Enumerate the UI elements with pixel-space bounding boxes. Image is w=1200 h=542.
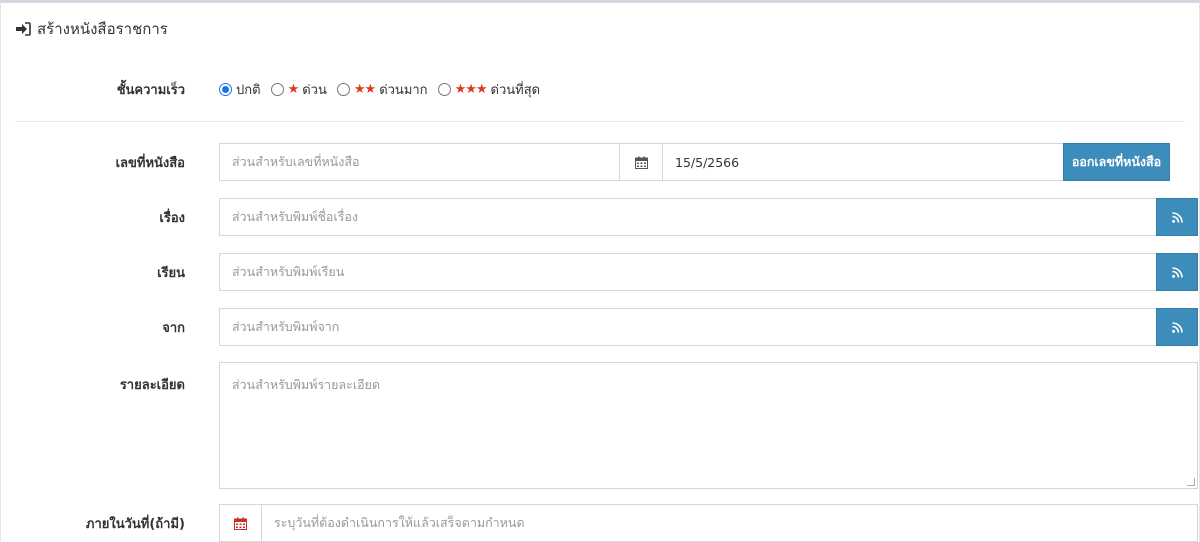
due-date-input[interactable]: ระบุวันที่ต้องดำเนินการให้แล้วเสร็จตามกำ… bbox=[261, 504, 1198, 542]
resize-handle[interactable] bbox=[1187, 478, 1195, 486]
urgency-option-normal[interactable]: ปกติ bbox=[219, 79, 261, 100]
rss-icon bbox=[1171, 211, 1183, 223]
calendar-icon[interactable] bbox=[219, 504, 262, 542]
urgency-option-very-urgent[interactable]: ★★ ด่วนมาก bbox=[336, 79, 428, 100]
details-placeholder: ส่วนสำหรับพิมพ์รายละเอียด bbox=[232, 377, 381, 392]
subject-input[interactable]: ส่วนสำหรับพิมพ์ชื่อเรื่อง bbox=[219, 198, 1157, 236]
urgency-option-label: ปกติ bbox=[236, 82, 261, 98]
subject-label: เรื่อง bbox=[159, 210, 185, 226]
rss-button-to[interactable] bbox=[1156, 253, 1198, 291]
urgency-option-label: ด่วนที่สุด bbox=[490, 82, 541, 98]
rss-icon bbox=[1171, 321, 1183, 333]
radio-very-urgent[interactable] bbox=[336, 82, 350, 96]
create-document-panel: สร้างหนังสือราชการ ชั้นความเร็ว ปกติ ★ ด… bbox=[0, 0, 1200, 542]
doc-number-label: เลขที่หนังสือ bbox=[115, 155, 185, 171]
star-icon: ★★ bbox=[353, 81, 376, 97]
issue-number-button[interactable]: ออกเลขที่หนังสือ bbox=[1063, 143, 1170, 181]
from-input[interactable]: ส่วนสำหรับพิมพ์จาก bbox=[219, 308, 1157, 346]
sign-in-icon bbox=[15, 22, 31, 36]
rss-button-subject[interactable] bbox=[1156, 198, 1198, 236]
urgency-row: ชั้นความเร็ว ปกติ ★ ด่วน ★★ ด่วนมาก ★★★ … bbox=[1, 71, 1200, 107]
page-title: สร้างหนังสือราชการ bbox=[37, 20, 168, 38]
urgency-option-most-urgent[interactable]: ★★★ ด่วนที่สุด bbox=[437, 79, 541, 100]
divider bbox=[15, 121, 1185, 122]
urgency-option-label: ด่วน bbox=[302, 82, 327, 98]
rss-icon bbox=[1171, 266, 1183, 278]
rss-button-from[interactable] bbox=[1156, 308, 1198, 346]
to-input[interactable]: ส่วนสำหรับพิมพ์เรียน bbox=[219, 253, 1157, 291]
due-date-label: ภายในวันที่(ถ้ามี) bbox=[85, 516, 185, 532]
doc-date-input[interactable]: 15/5/2566 bbox=[662, 143, 1064, 181]
radio-urgent[interactable] bbox=[270, 82, 284, 96]
details-label: รายละเอียด bbox=[119, 377, 185, 393]
panel-header: สร้างหนังสือราชการ bbox=[1, 3, 1199, 55]
urgency-label: ชั้นความเร็ว bbox=[116, 82, 185, 98]
urgency-options: ปกติ ★ ด่วน ★★ ด่วนมาก ★★★ ด่วนที่สุด bbox=[219, 79, 540, 100]
radio-most-urgent[interactable] bbox=[437, 82, 451, 96]
details-textarea[interactable]: ส่วนสำหรับพิมพ์รายละเอียด bbox=[219, 362, 1198, 489]
urgency-option-urgent[interactable]: ★ ด่วน bbox=[270, 79, 327, 100]
star-icon: ★★★ bbox=[454, 81, 488, 97]
from-label: จาก bbox=[162, 320, 185, 336]
to-label: เรียน bbox=[157, 265, 185, 281]
radio-normal[interactable] bbox=[219, 82, 232, 96]
calendar-icon[interactable] bbox=[619, 143, 663, 181]
star-icon: ★ bbox=[287, 81, 300, 97]
doc-number-input[interactable]: ส่วนสำหรับเลขที่หนังสือ bbox=[219, 143, 620, 181]
urgency-option-label: ด่วนมาก bbox=[379, 82, 428, 98]
